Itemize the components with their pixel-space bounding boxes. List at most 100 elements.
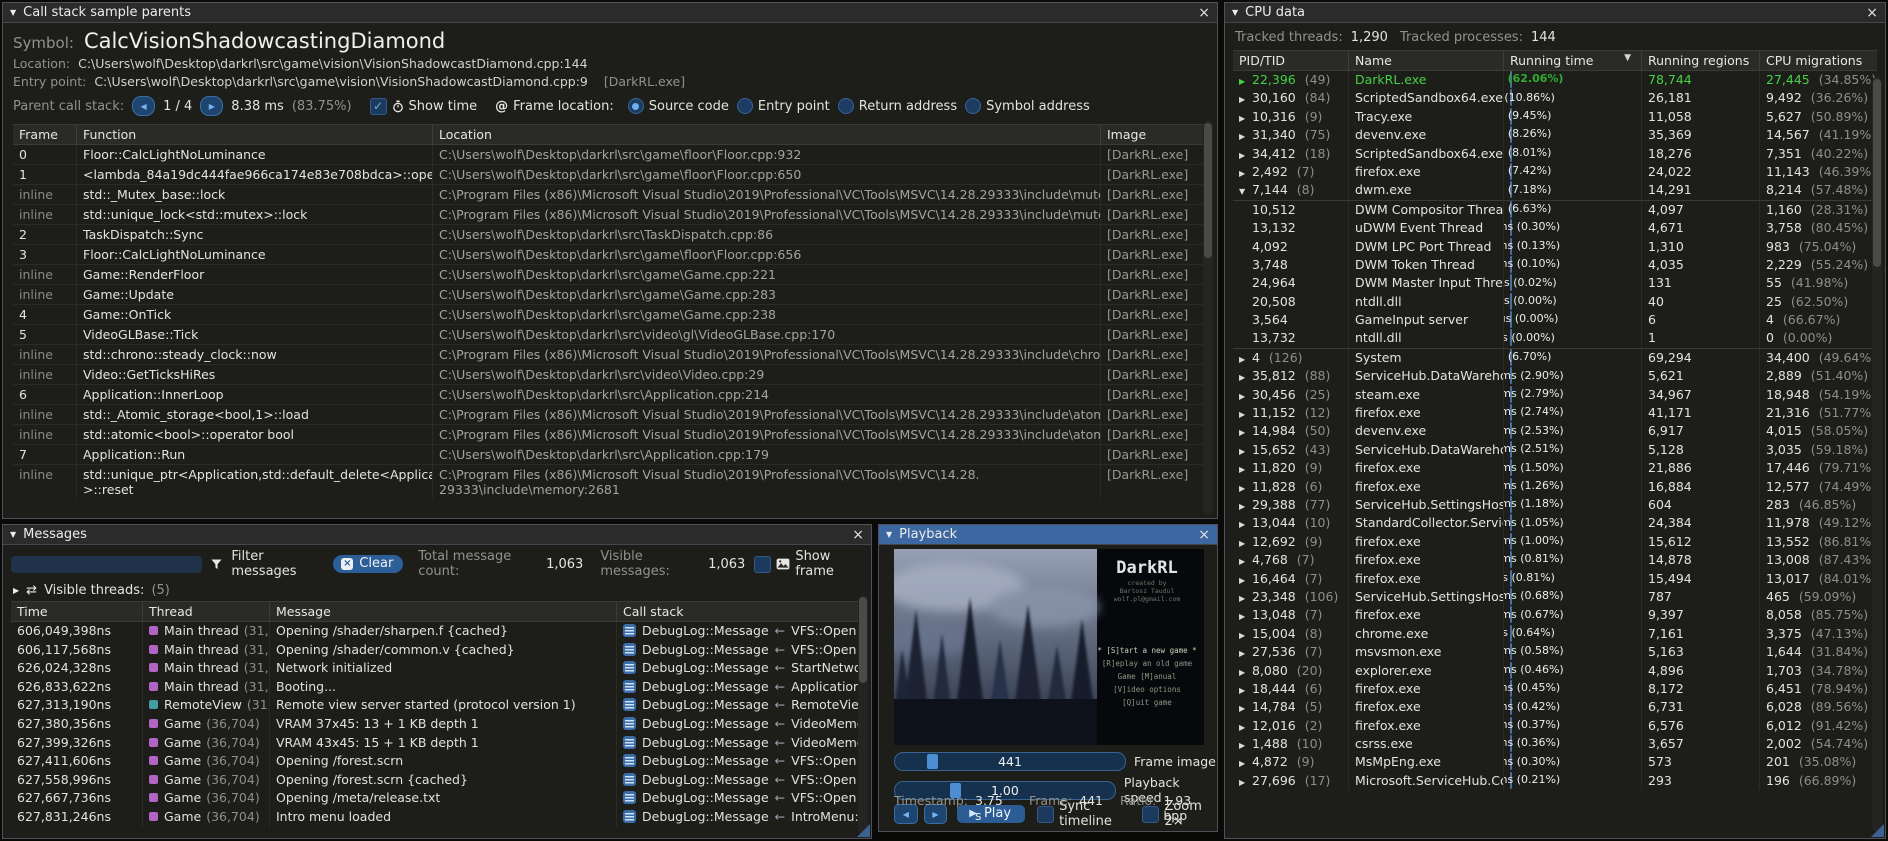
col-frame[interactable]: Frame (13, 125, 77, 144)
cpu-row[interactable]: 13,132uDWM Event Thread68.29 ms (0.30%)4… (1233, 219, 1877, 237)
cpu-row[interactable]: ▶30,456 (25)steam.exe643.61 ms (2.79%)34… (1233, 386, 1877, 404)
messages-panel-titlebar[interactable]: ▼ Messages × (3, 525, 871, 545)
cpu-row[interactable]: ▶27,536 (7)msvsmon.exe133.45 ms (0.58%)5… (1233, 643, 1877, 661)
cpu-row[interactable]: 13,732ntdll.dll5.84 us (0.00%)10 (0.00%) (1233, 329, 1877, 347)
expander-icon[interactable]: ▶ (1239, 719, 1252, 735)
expander-icon[interactable]: ▶ (1239, 369, 1252, 385)
messages-scrollbar[interactable] (858, 595, 868, 834)
cpu-row[interactable]: ▶18,444 (6)firefox.exe104.2 ms (0.45%)8,… (1233, 680, 1877, 698)
cpu-row[interactable]: ▶4 (126)System1.55 s (6.70%)69,29434,400… (1233, 348, 1877, 367)
messages-table-header[interactable]: Time Thread Message Call stack (11, 601, 863, 622)
cpu-row[interactable]: ▶15,004 (8)chrome.exe147 ms (0.64%)7,161… (1233, 625, 1877, 643)
frame-table-row[interactable]: 0Floor::CalcLightNoLuminanceC:\Users\wol… (13, 145, 1207, 165)
expander-icon[interactable]: ▶ (1239, 774, 1252, 790)
expander-icon[interactable]: ▶ (1239, 553, 1252, 569)
message-callstack[interactable]: DebugLog::Message←StartNetwo (617, 659, 863, 678)
message-callstack[interactable]: DebugLog::Message←VFS::Open (617, 622, 863, 641)
expander-icon[interactable]: ▶ (1239, 737, 1252, 753)
cpu-row[interactable]: ▶27,696 (17)Microsoft.ServiceHub.Con48.0… (1233, 772, 1877, 790)
cpu-row[interactable]: ▶4,872 (9)MsMpEng.exe70.22 ms (0.30%)573… (1233, 753, 1877, 771)
expander-icon[interactable]: ▶ (1239, 498, 1252, 514)
filter-input[interactable] (11, 556, 202, 573)
playback-panel-titlebar[interactable]: ▼ Playback × (879, 525, 1217, 545)
expander-icon[interactable]: ▶ (1239, 73, 1252, 89)
message-row[interactable]: 627,313,190nsRemoteView(31,392)Remote vi… (11, 696, 863, 715)
cpu-row[interactable]: ▶29,388 (77)ServiceHub.SettingsHost273.1… (1233, 496, 1877, 514)
message-callstack[interactable]: DebugLog::Message←VFS::Open (617, 789, 863, 808)
frame-table-scrollbar[interactable] (1203, 121, 1213, 514)
message-callstack[interactable]: DebugLog::Message←VideoMemo (617, 715, 863, 734)
cpu-scrollbar[interactable] (1872, 77, 1882, 832)
frame-table-row[interactable]: 6Application::InnerLoopC:\Users\wolf\Des… (13, 385, 1207, 405)
cpu-row[interactable]: ▶8,080 (20)explorer.exe105.66 ms (0.46%)… (1233, 662, 1877, 680)
cpu-row[interactable]: 3,564GameInput server69.68 us (0.00%)64 … (1233, 311, 1877, 329)
cpu-row[interactable]: ▶11,828 (6)firefox.exe291.26 ms (1.26%)1… (1233, 478, 1877, 496)
cpu-row[interactable]: 4,092DWM LPC Port Thread29.16 ms (0.13%)… (1233, 238, 1877, 256)
collapse-icon[interactable]: ▼ (1232, 8, 1238, 17)
cpu-row[interactable]: 24,964DWM Master Input Thread5.03 ms (0.… (1233, 274, 1877, 292)
message-callstack[interactable]: DebugLog::Message←VFS::Open (617, 641, 863, 660)
frame-table-row[interactable]: inlineVideo::GetTicksHiResC:\Users\wolf\… (13, 365, 1207, 385)
cpu-row[interactable]: ▶4,768 (7)firefox.exe187.54 ms (0.81%)14… (1233, 551, 1877, 569)
cpu-row[interactable]: ▶14,984 (50)devenv.exe584.69 ms (2.53%)6… (1233, 422, 1877, 440)
expander-icon[interactable]: ▶ (1239, 700, 1252, 716)
message-row[interactable]: 606,117,568nsMain thread(31,596)Opening … (11, 641, 863, 660)
cpu-row[interactable]: ▶11,152 (12)firefox.exe632.15 ms (2.74%)… (1233, 404, 1877, 422)
expander-icon[interactable]: ▶ (1239, 388, 1252, 404)
cpu-row[interactable]: ▶23,348 (106)ServiceHub.SettingsHost158.… (1233, 588, 1877, 606)
expander-icon[interactable]: ▶ (1239, 424, 1252, 440)
col-running-regions[interactable]: Running regions (1642, 51, 1760, 70)
col-pid-tid[interactable]: PID/TID (1233, 51, 1349, 70)
col-location[interactable]: Location (433, 125, 1101, 144)
cpu-row[interactable]: ▶2,492 (7)firefox.exe1.71 s (7.42%)24,02… (1233, 163, 1877, 181)
message-row[interactable]: 627,667,736nsGame(36,704)Opening /meta/r… (11, 789, 863, 808)
expander-icon[interactable]: ▼ (1239, 183, 1252, 199)
clear-button[interactable]: × Clear (333, 555, 403, 573)
message-row[interactable]: 627,558,996nsGame(36,704)Opening /forest… (11, 771, 863, 790)
message-row[interactable]: 626,833,622nsMain thread(31,596)Booting.… (11, 678, 863, 697)
expander-icon[interactable]: ▶ (1239, 590, 1252, 606)
frame-table-row[interactable]: inlinestd::_Mutex_base::lockC:\Program F… (13, 185, 1207, 205)
cpu-row[interactable]: 20,508ntdll.dll1.01 ms (0.00%)4025 (62.5… (1233, 293, 1877, 311)
message-row[interactable]: 627,411,606nsGame(36,704)Opening /forest… (11, 752, 863, 771)
show-frame-checkbox[interactable] (754, 556, 771, 573)
frame-table-row[interactable]: 1<lambda_84a19dc444fae966ca174e83e708bdc… (13, 165, 1207, 185)
frame-table-row[interactable]: 5VideoGLBase::TickC:\Users\wolf\Desktop\… (13, 325, 1207, 345)
frame-table-row[interactable]: inlineGame::UpdateC:\Users\wolf\Desktop\… (13, 285, 1207, 305)
expander-icon[interactable]: ▶ (1239, 664, 1252, 680)
message-row[interactable]: 627,380,356nsGame(36,704)VRAM 37x45: 13 … (11, 715, 863, 734)
message-callstack[interactable]: DebugLog::Message←VFS::Open (617, 752, 863, 771)
col-callstack[interactable]: Call stack (617, 602, 863, 621)
close-icon[interactable]: × (1866, 6, 1878, 20)
expander-icon[interactable]: ▶ (1239, 165, 1252, 181)
radio-entry-point[interactable] (737, 98, 753, 114)
cpu-row[interactable]: ▶11,820 (9)firefox.exe346.58 ms (1.50%)2… (1233, 459, 1877, 477)
cpu-row[interactable]: ▶35,812 (88)ServiceHub.DataWarehouse670.… (1233, 367, 1877, 385)
prev-call-stack-button[interactable]: ◀ (132, 96, 155, 116)
expander-icon[interactable]: ▶ (1239, 91, 1252, 107)
frame-table-row[interactable]: 3Floor::CalcLightNoLuminanceC:\Users\wol… (13, 245, 1207, 265)
cpu-row[interactable]: ▶12,016 (2)firefox.exe84.89 ms (0.37%)6,… (1233, 717, 1877, 735)
expander-icon[interactable]: ▶ (1239, 443, 1252, 459)
show-time-checkbox[interactable] (370, 98, 387, 115)
message-callstack[interactable]: DebugLog::Message←RemoteVie (617, 696, 863, 715)
cpu-row[interactable]: ▶10,316 (9)Tracy.exe2.18 s (9.45%)11,058… (1233, 108, 1877, 126)
col-running-time[interactable]: Running time▼ (1504, 51, 1642, 70)
frame-table-row[interactable]: 2TaskDispatch::SyncC:\Users\wolf\Desktop… (13, 225, 1207, 245)
expander-icon[interactable]: ▶ (1239, 627, 1252, 643)
callstack-panel-titlebar[interactable]: ▼ Call stack sample parents × (3, 3, 1217, 23)
expander-icon[interactable]: ▶ (1239, 645, 1252, 661)
radio-symbol-address[interactable] (965, 98, 981, 114)
frame-table-row[interactable]: inlineGame::RenderFloorC:\Users\wolf\Des… (13, 265, 1207, 285)
frame-table-row[interactable]: inlinestd::atomic<bool>::operator boolC:… (13, 425, 1207, 445)
expander-icon[interactable]: ▶ (1239, 516, 1252, 532)
cpu-row[interactable]: ▶31,340 (75)devenv.exe1.91 s (8.26%)35,3… (1233, 126, 1877, 144)
expander-icon[interactable]: ▶ (1239, 535, 1252, 551)
expander-icon[interactable]: ▶ (1239, 461, 1252, 477)
message-callstack[interactable]: DebugLog::Message←Application: (617, 678, 863, 697)
collapse-icon[interactable]: ▼ (10, 8, 16, 17)
cpu-row[interactable]: ▶16,464 (7)firefox.exe187 ms (0.81%)15,4… (1233, 570, 1877, 588)
message-callstack[interactable]: DebugLog::Message←IntroMenu:: (617, 808, 863, 827)
frame-table-row[interactable]: inlinestd::chrono::steady_clock::nowC:\P… (13, 345, 1207, 365)
col-name[interactable]: Name (1349, 51, 1504, 70)
